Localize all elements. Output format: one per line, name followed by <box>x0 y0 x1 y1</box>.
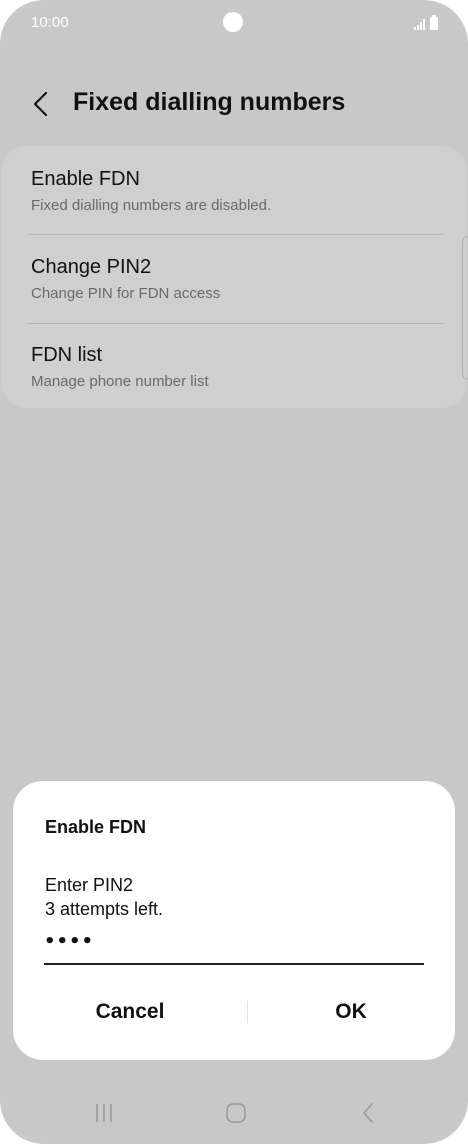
page-title: Fixed dialling numbers <box>73 88 346 116</box>
navigation-bar <box>0 1086 468 1140</box>
battery-icon <box>430 15 438 30</box>
back-button[interactable] <box>24 86 60 122</box>
enable-fdn-dialog: Enable FDN Enter PIN2 3 attempts left. C… <box>13 781 455 1060</box>
setting-item-title: Enable FDN <box>31 168 140 190</box>
setting-item-fdn-list[interactable]: FDN list Manage phone number list <box>1 324 467 412</box>
dialog-attempts-left: 3 attempts left. <box>45 899 164 919</box>
dialog-actions: Cancel OK <box>13 987 455 1037</box>
setting-item-change-pin2[interactable]: Change PIN2 Change PIN for FDN access <box>1 235 467 323</box>
chevron-left-icon <box>33 91 48 117</box>
setting-item-subtitle: Fixed dialling numbers are disabled. <box>31 197 272 214</box>
app-bar: Fixed dialling numbers <box>0 78 468 132</box>
front-camera <box>223 12 243 32</box>
status-time: 10:00 <box>31 14 69 31</box>
setting-item-title: Change PIN2 <box>31 256 152 278</box>
pin2-input[interactable] <box>44 927 424 965</box>
ok-button[interactable]: OK <box>247 987 455 1037</box>
status-bar: 10:00 <box>0 0 468 50</box>
cancel-button[interactable]: Cancel <box>13 987 247 1037</box>
settings-card: Enable FDN Fixed dialling numbers are di… <box>1 146 467 408</box>
phone-screen: 10:00 Fixed dialling numbers Enable FDN … <box>0 0 468 1144</box>
setting-item-subtitle: Manage phone number list <box>31 373 209 390</box>
home-icon <box>226 1103 246 1123</box>
home-button[interactable] <box>216 1098 256 1128</box>
dialog-title: Enable FDN <box>45 817 147 837</box>
signal-icon <box>414 18 425 30</box>
scrollbar-thumb[interactable] <box>462 236 468 380</box>
recents-button[interactable] <box>84 1098 124 1128</box>
recents-icon <box>96 1104 112 1122</box>
nav-back-button[interactable] <box>348 1098 388 1128</box>
setting-item-subtitle: Change PIN for FDN access <box>31 285 221 302</box>
setting-item-enable-fdn[interactable]: Enable FDN Fixed dialling numbers are di… <box>1 146 467 234</box>
setting-item-title: FDN list <box>31 344 103 366</box>
status-icons <box>414 14 438 30</box>
dialog-prompt: Enter PIN2 <box>45 875 134 895</box>
back-icon <box>363 1103 373 1123</box>
